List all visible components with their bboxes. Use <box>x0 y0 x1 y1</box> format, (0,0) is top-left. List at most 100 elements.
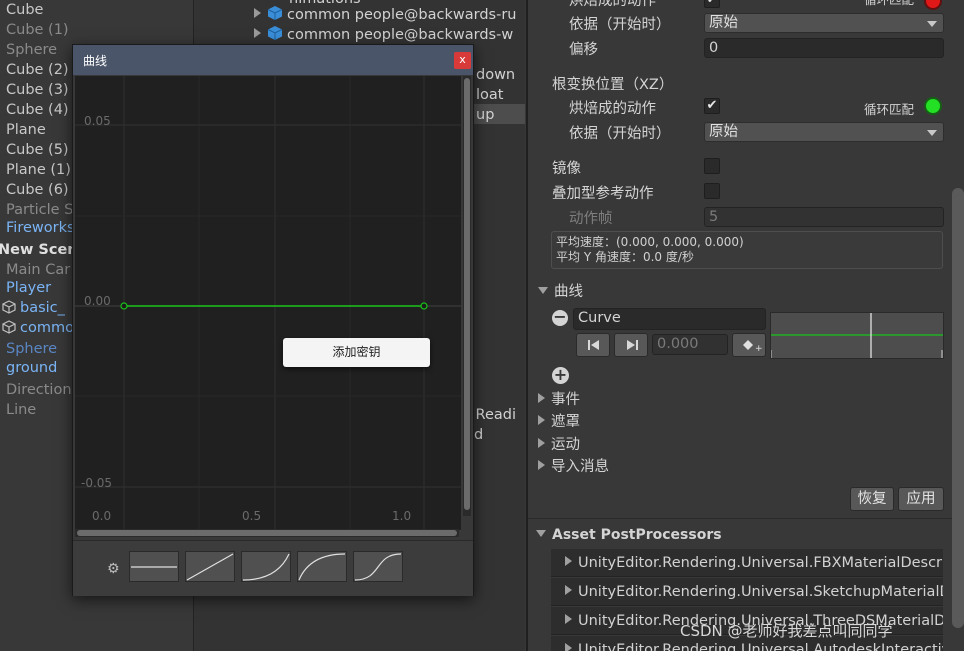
postprocessors-header-label: Asset PostProcessors <box>552 527 722 543</box>
expand-arrow-icon[interactable] <box>254 28 261 38</box>
curves-section-header[interactable]: 曲线 <box>538 280 583 301</box>
postprocessor-row[interactable]: UnityEditor.Rendering.Universal.FBXMater… <box>551 549 943 577</box>
project-item[interactable]: d <box>474 425 483 445</box>
context-menu-add-key[interactable]: 添加密钥 <box>283 338 430 367</box>
preset-ease-out[interactable] <box>297 551 347 582</box>
additive-reference-checkbox[interactable] <box>704 183 720 199</box>
scrollbar-thumb[interactable] <box>464 78 470 510</box>
loop-match-red-indicator <box>924 0 942 10</box>
curve-value-field[interactable]: 0.000 <box>652 334 728 355</box>
hierarchy-item[interactable]: Cube <box>6 0 43 20</box>
curve-window-titlebar[interactable]: 曲线 x <box>73 45 473 75</box>
project-item[interactable]: up <box>476 105 494 125</box>
dropdown-value: 原始 <box>709 15 738 31</box>
preset-linear[interactable] <box>185 551 235 582</box>
fold-closed-icon <box>538 438 545 448</box>
hierarchy-item[interactable]: Fireworks <box>6 218 75 238</box>
add-key-button[interactable]: + <box>732 333 766 357</box>
import-messages-section[interactable]: 导入消息 <box>538 455 609 476</box>
curves-header-label: 曲线 <box>554 284 583 300</box>
fold-open-icon <box>536 530 546 537</box>
y-axis-label: 0.05 <box>84 114 111 128</box>
chevron-down-icon <box>927 21 937 27</box>
preset-constant-icon <box>131 566 177 568</box>
asset-postprocessors-header[interactable]: Asset PostProcessors <box>536 527 722 543</box>
project-item[interactable]: common people@backwards-w <box>254 25 513 45</box>
hierarchy-item[interactable]: Particle S <box>6 200 73 220</box>
fold-closed-icon <box>538 415 545 425</box>
chevron-down-icon <box>927 130 937 136</box>
preset-ease-in-out[interactable] <box>353 551 403 582</box>
scrollbar-thumb[interactable] <box>77 530 457 536</box>
postprocessor-label: UnityEditor.Rendering.Universal.FBXMater… <box>578 555 943 571</box>
x-axis-label: 0.0 <box>92 509 112 523</box>
hierarchy-item[interactable]: Line <box>6 400 36 420</box>
hierarchy-item[interactable]: Sphere <box>6 339 57 359</box>
project-item[interactable]: common people@backwards-ru <box>254 5 516 25</box>
close-icon: x <box>459 53 466 66</box>
gear-icon[interactable]: ⚙ <box>107 561 120 577</box>
project-item[interactable]: down <box>476 65 515 85</box>
expand-arrow-icon[interactable] <box>254 8 261 18</box>
project-item-label: common people@backwards-ru <box>287 7 517 23</box>
apply-button[interactable]: 应用 <box>898 487 944 511</box>
project-item[interactable]: loat <box>476 85 503 105</box>
revert-button[interactable]: 恢复 <box>850 487 894 511</box>
baked-pose-checkbox[interactable]: ✔ <box>704 98 720 114</box>
hierarchy-item[interactable]: Cube (5) <box>6 140 69 160</box>
preset-constant[interactable] <box>129 551 179 582</box>
inspector-panel: 烘焙成的动作 ✔ 循环匹配 依据（开始时） 原始 偏移 0 根变换位置（XZ） … <box>526 0 964 651</box>
curve-preview[interactable] <box>770 312 944 359</box>
curve-keyframe[interactable] <box>120 302 128 310</box>
hierarchy-item[interactable]: Sphere <box>6 40 57 60</box>
events-section[interactable]: 事件 <box>538 388 580 409</box>
mirror-label: 镜像 <box>552 161 581 177</box>
preset-linear-icon <box>186 553 234 581</box>
motion-section[interactable]: 运动 <box>538 433 580 454</box>
hierarchy-item[interactable]: Plane (1) <box>6 160 71 180</box>
curve-presets-bar: ⚙ <box>73 540 473 596</box>
horizontal-scrollbar[interactable] <box>75 529 459 537</box>
hierarchy-item[interactable]: ground <box>6 358 57 378</box>
loop-match-label: 循环匹配 <box>864 102 915 117</box>
hierarchy-item[interactable]: Cube (4) <box>6 100 69 120</box>
preset-ease-in[interactable] <box>241 551 291 582</box>
hierarchy-item[interactable]: Player <box>6 278 51 298</box>
postprocessor-row[interactable]: UnityEditor.Rendering.Universal.Sketchup… <box>551 578 943 606</box>
hierarchy-item[interactable]: Cube (1) <box>6 20 69 40</box>
hierarchy-item[interactable]: Cube (3) <box>6 80 69 100</box>
curve-graph-area[interactable]: 0.05 0.00 -0.05 0.0 0.5 1.0 添加密钥 <box>75 76 461 530</box>
next-key-button[interactable] <box>614 333 648 357</box>
prefab-cube-icon <box>2 300 16 314</box>
inspector-scrollbar[interactable] <box>952 188 964 628</box>
curve-name-field[interactable]: Curve <box>573 308 766 330</box>
previous-key-button[interactable] <box>576 333 610 357</box>
baked-pose-checkbox[interactable]: ✔ <box>704 0 720 8</box>
close-button[interactable]: x <box>454 52 471 69</box>
mirror-checkbox[interactable] <box>704 158 720 174</box>
hierarchy-item[interactable]: Main Car <box>6 260 70 280</box>
hierarchy-item[interactable]: basic_ <box>0 298 65 318</box>
dropdown-value: 原始 <box>709 124 738 140</box>
offset-label: 偏移 <box>569 42 598 58</box>
baked-into-pose-label: 烘焙成的动作 <box>569 101 656 117</box>
curve-keyframe[interactable] <box>420 302 428 310</box>
preset-ease-in-icon <box>242 553 290 581</box>
remove-curve-icon[interactable]: − <box>552 309 568 326</box>
add-curve-icon[interactable]: + <box>552 367 569 384</box>
mask-section[interactable]: 遮罩 <box>538 410 580 431</box>
hierarchy-item[interactable]: commo <box>0 318 74 338</box>
postprocessor-label: UnityEditor.Rendering.Universal.Sketchup… <box>578 584 943 600</box>
based-upon-dropdown[interactable]: 原始 <box>704 122 944 142</box>
root-position-xz-label: 根变换位置（XZ） <box>552 77 674 93</box>
fold-open-icon <box>538 287 548 294</box>
hierarchy-item[interactable]: Direction <box>6 380 72 400</box>
hierarchy-item[interactable]: Cube (6) <box>6 180 69 200</box>
based-upon-dropdown[interactable]: 原始 <box>704 13 944 33</box>
vertical-scrollbar[interactable] <box>463 76 471 516</box>
fold-closed-icon <box>565 614 572 624</box>
hierarchy-item[interactable]: Cube (2) <box>6 60 69 80</box>
hierarchy-item[interactable]: Plane <box>6 120 46 140</box>
prefab-cube-icon <box>2 320 16 334</box>
offset-field[interactable]: 0 <box>704 38 944 58</box>
